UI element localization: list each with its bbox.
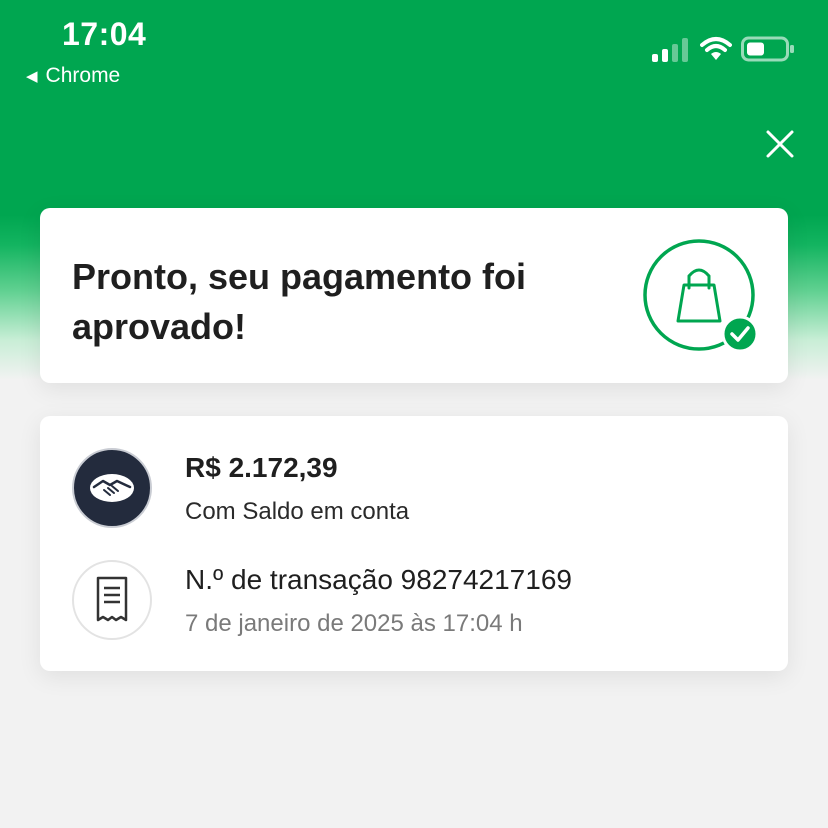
payment-details-card: R$ 2.172,39 Com Saldo em conta N.º de tr… bbox=[40, 416, 788, 671]
payment-method: Com Saldo em conta bbox=[185, 498, 410, 525]
back-to-app-link[interactable]: ◀ Chrome bbox=[26, 64, 120, 88]
back-triangle-icon: ◀ bbox=[26, 68, 38, 85]
approval-card: Pronto, seu pagamento foi aprovado! bbox=[40, 208, 788, 383]
status-bar: 17:04 ◀ Chrome bbox=[0, 0, 828, 100]
wifi-icon bbox=[700, 37, 732, 60]
approval-title: Pronto, seu pagamento foi aprovado! bbox=[72, 256, 527, 347]
status-time: 17:04 bbox=[62, 16, 147, 52]
transaction-date: 7 de janeiro de 2025 às 17:04 h bbox=[185, 610, 523, 637]
transaction-number: N.º de transação 98274217169 bbox=[185, 564, 572, 595]
payment-amount: R$ 2.172,39 bbox=[185, 452, 338, 483]
payment-row: R$ 2.172,39 Com Saldo em conta bbox=[72, 448, 762, 528]
receipt-icon bbox=[72, 560, 152, 640]
back-app-label: Chrome bbox=[45, 64, 121, 87]
close-button[interactable] bbox=[760, 124, 800, 164]
shopping-bag-check-icon bbox=[643, 239, 759, 353]
transaction-row: N.º de transação 98274217169 7 de janeir… bbox=[72, 560, 762, 640]
battery-icon bbox=[741, 36, 794, 62]
mercado-pago-handshake-icon bbox=[72, 448, 152, 528]
cellular-signal-icon bbox=[652, 38, 688, 62]
